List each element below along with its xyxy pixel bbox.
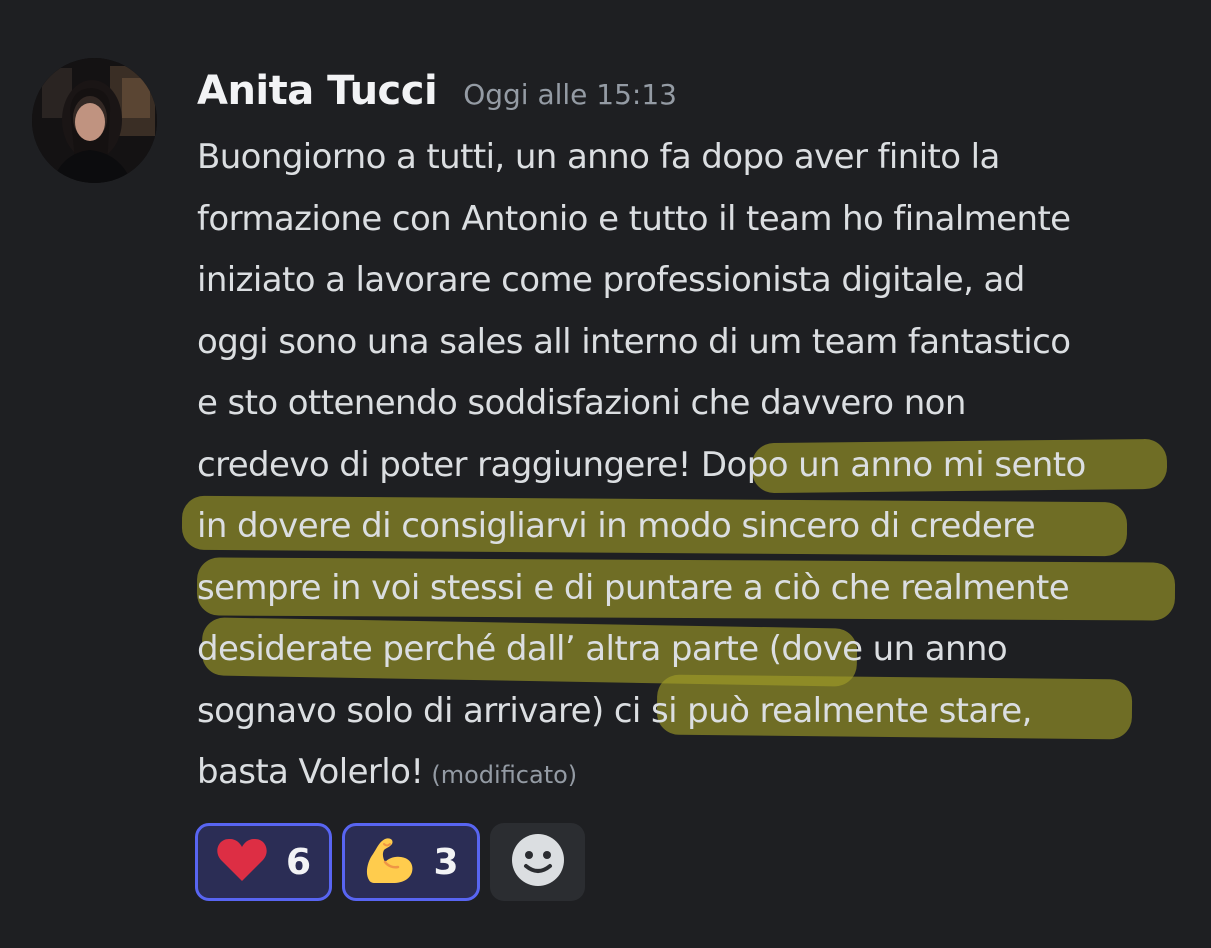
reactions-bar: 6 3 — [195, 823, 585, 901]
message-line-text: oggi sono una sales all interno di um te… — [197, 321, 1071, 362]
message-line-text: credevo di poter raggiungere! Dopo un an… — [197, 444, 1086, 485]
message-content: Buongiorno a tutti, un anno fa dopo aver… — [181, 127, 1197, 804]
message-line: sempre in voi stessi e di puntare a ciò … — [196, 556, 1197, 621]
message-line: sognavo solo di arrivare) ci si può real… — [197, 674, 1197, 743]
timestamp[interactable]: Oggi alle 15:13 — [463, 78, 677, 111]
message-header: Anita Tucci Oggi alle 15:13 — [197, 68, 677, 124]
message-line-text: sognavo solo di arrivare) ci si può real… — [197, 690, 1032, 731]
message-line: desiderate perché dall’ altra parte (dov… — [197, 617, 1197, 687]
message-line-text: in dovere di consigliarvi in modo sincer… — [197, 506, 1036, 546]
message-line: Buongiorno a tutti, un anno fa dopo aver… — [197, 127, 1197, 189]
reaction-heart-button[interactable]: 6 — [195, 823, 332, 901]
message-line: oggi sono una sales all interno di um te… — [197, 312, 1197, 374]
heart-icon — [216, 837, 268, 887]
message-line-text: formazione con Antonio e tutto il team h… — [197, 198, 1071, 239]
message-line: e sto ottenendo soddisfazioni che davver… — [197, 373, 1197, 435]
flexed-biceps-icon — [363, 836, 415, 888]
message-line-text: e sto ottenendo soddisfazioni che davver… — [197, 383, 966, 423]
message-line: in dovere di consigliarvi in modo sincer… — [181, 495, 1197, 558]
message-line-text: desiderate perché dall’ altra parte (dov… — [197, 629, 1008, 669]
reaction-muscle-button[interactable]: 3 — [342, 823, 480, 901]
message-line-text: basta Volerlo! — [197, 752, 424, 792]
message-line: iniziato a lavorare come professionista … — [197, 250, 1197, 312]
message-line-text: iniziato a lavorare come professionista … — [197, 260, 1025, 300]
message-line-text: Buongiorno a tutti, un anno fa dopo aver… — [197, 137, 1000, 177]
message-line: credevo di poter raggiungere! Dopo un an… — [197, 435, 1197, 497]
avatar-photo — [32, 58, 157, 183]
message-line: formazione con Antonio e tutto il team h… — [197, 189, 1197, 251]
edited-label: (modificato) — [431, 761, 578, 789]
add-reaction-button[interactable] — [490, 823, 585, 901]
message-line: basta Volerlo! (modificato) — [197, 742, 1197, 804]
reaction-count: 6 — [285, 841, 312, 883]
chat-message: Anita Tucci Oggi alle 15:13 Buongiorno a… — [0, 0, 1211, 948]
message-line-text: sempre in voi stessi e di puntare a ciò … — [197, 567, 1070, 608]
avatar[interactable] — [32, 58, 157, 183]
add-reaction-icon — [510, 832, 566, 892]
reaction-count: 3 — [433, 841, 459, 883]
username[interactable]: Anita Tucci — [197, 68, 438, 114]
